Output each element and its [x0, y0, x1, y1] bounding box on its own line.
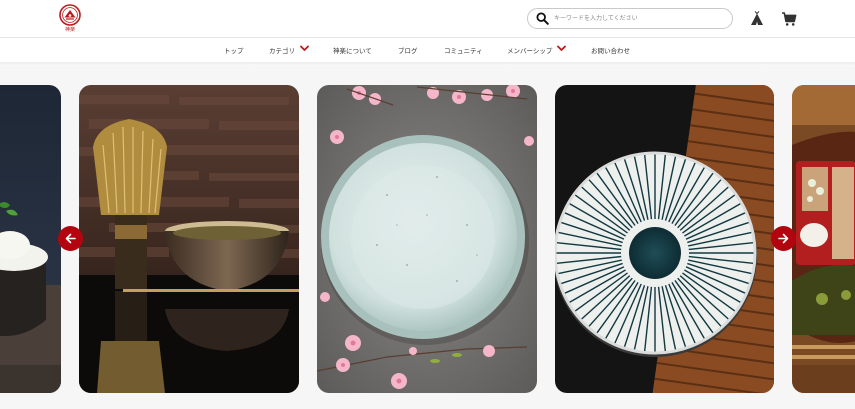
nav-item-blog[interactable]: ブログ — [398, 45, 418, 55]
nav-item-contact[interactable]: お問い合わせ — [591, 45, 630, 55]
brand-logo[interactable]: 神楽 — [58, 4, 82, 35]
logo-text: 神楽 — [64, 27, 75, 33]
product-carousel — [0, 66, 855, 409]
striped-plate-image — [555, 85, 774, 393]
arrow-right-icon — [778, 233, 789, 244]
carousel-slide-celadon-plate[interactable] — [317, 85, 537, 393]
arrow-left-icon — [65, 233, 76, 244]
nav-item-about[interactable]: 神楽について — [333, 45, 372, 55]
soba-image — [792, 85, 855, 393]
chevron-down-icon[interactable] — [300, 45, 309, 52]
carousel-slide-rice-bowl[interactable] — [0, 85, 61, 393]
matcha-set-image — [79, 85, 299, 393]
chevron-down-icon[interactable] — [557, 45, 566, 52]
nav-item-membership[interactable]: メンバーシップ — [507, 45, 552, 55]
search-box[interactable] — [527, 8, 733, 29]
carousel-slide-striped-plate[interactable] — [555, 85, 774, 393]
search-input[interactable] — [554, 11, 726, 26]
rice-bowl-image — [0, 85, 61, 393]
celadon-plate-image — [317, 85, 537, 393]
nav-item-top[interactable]: トップ — [224, 45, 244, 55]
search-icon[interactable] — [536, 12, 549, 25]
carousel-prev-button[interactable] — [58, 226, 83, 251]
tipi-tent-icon[interactable] — [749, 10, 765, 26]
main-nav: トップ カテゴリ 神楽について ブログ コミュニティ メンバーシップ お問い合わ… — [0, 38, 855, 62]
carousel-next-button[interactable] — [771, 226, 796, 251]
nav-item-category[interactable]: カテゴリ — [269, 45, 295, 55]
nav-item-community[interactable]: コミュニティ — [444, 45, 483, 55]
carousel-slide-matcha-set[interactable] — [79, 85, 299, 393]
site-header: 神楽 — [0, 0, 855, 38]
carousel-slide-soba[interactable] — [792, 85, 855, 393]
logo-emblem-icon — [59, 4, 81, 26]
shopping-cart-icon[interactable] — [781, 11, 797, 27]
